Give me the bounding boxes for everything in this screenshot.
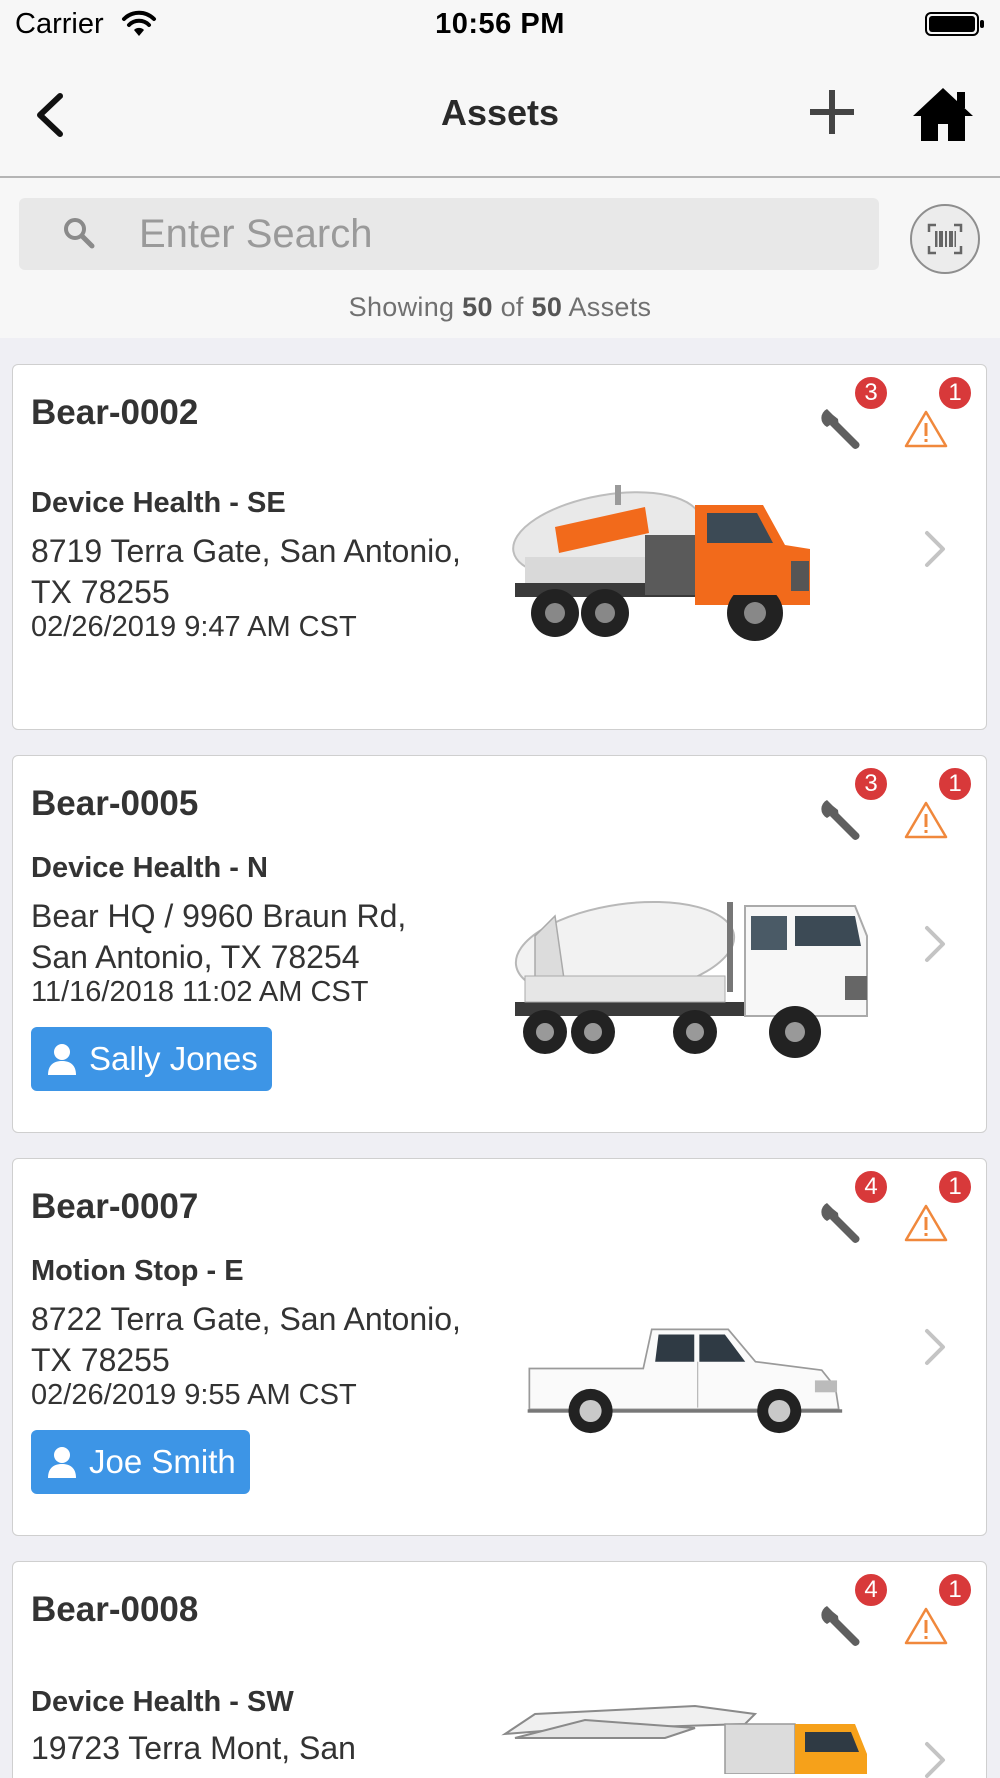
maintenance-count-badge: 4 [853,1572,889,1608]
results-suffix: Assets [568,292,652,322]
asset-list: Bear-0002 3 1 Device Health - SE 8719 Te… [0,338,1000,1778]
asset-card[interactable]: Bear-0002 3 1 Device Health - SE 8719 Te… [12,364,987,730]
battery-icon [925,12,984,36]
asset-image [512,485,810,641]
add-asset-button[interactable] [806,86,858,138]
maintenance-wrench-icon[interactable] [819,405,865,451]
alert-count-badge: 1 [937,1572,973,1608]
user-icon [48,1044,76,1075]
assigned-user-name: Joe Smith [89,1443,236,1480]
asset-status: Device Health - SW [31,1686,294,1718]
search-input[interactable] [139,198,859,270]
results-shown: 50 [462,292,493,322]
asset-address: Bear HQ / 9960 Braun Rd, San Antonio, TX… [31,898,407,975]
results-prefix: Showing [348,292,455,322]
asset-image [501,1704,867,1774]
assigned-user-badge[interactable]: Sally Jones [31,1027,272,1091]
assigned-user-badge[interactable]: Joe Smith [31,1430,250,1494]
search-icon [64,218,95,249]
alert-count-badge: 1 [937,1169,973,1205]
barcode-scan-button[interactable] [910,204,980,274]
maintenance-wrench-icon[interactable] [819,1602,865,1648]
asset-image [514,900,868,1058]
asset-name: Bear-0005 [31,784,199,823]
asset-status: Device Health - N [31,852,268,884]
chevron-right-icon[interactable] [921,1325,949,1369]
results-count: Showing 50 of 50 Assets [0,292,1000,323]
maintenance-count-badge: 3 [853,766,889,802]
user-icon [48,1447,76,1478]
asset-address: 8722 Terra Gate, San Antonio, TX 78255 [31,1301,461,1378]
home-button[interactable] [911,86,975,142]
asset-name: Bear-0008 [31,1590,199,1629]
asset-card[interactable]: Bear-0008 4 1 Device Health - SW 19723 T… [12,1561,987,1778]
navigation-bar: Assets [0,52,1000,178]
maintenance-count-badge: 4 [853,1169,889,1205]
search-section: Showing 50 of 50 Assets [0,178,1000,339]
asset-datetime: 02/26/2019 9:47 AM CST [31,611,357,643]
search-bar[interactable] [19,198,879,270]
asset-datetime: 02/26/2019 9:55 AM CST [31,1379,357,1411]
asset-address: 8719 Terra Gate, San Antonio, TX 78255 [31,533,461,610]
status-bar: Carrier 10:56 PM [0,0,1000,52]
alert-count-badge: 1 [937,766,973,802]
asset-name: Bear-0002 [31,393,199,432]
results-of: of [500,292,524,322]
asset-card[interactable]: Bear-0005 3 1 Device Health - N Bear HQ … [12,755,987,1133]
chevron-right-icon[interactable] [921,922,949,966]
assigned-user-name: Sally Jones [89,1040,258,1077]
chevron-right-icon[interactable] [921,1738,949,1778]
results-total: 50 [531,292,563,322]
asset-image [527,1328,843,1434]
maintenance-wrench-icon[interactable] [819,796,865,842]
asset-status: Motion Stop - E [31,1255,244,1287]
status-time: 10:56 PM [435,8,565,40]
chevron-right-icon[interactable] [921,527,949,571]
asset-name: Bear-0007 [31,1187,199,1226]
barcode-icon [927,223,963,255]
alert-count-badge: 1 [937,375,973,411]
warning-icon[interactable] [903,1203,949,1243]
asset-card[interactable]: Bear-0007 4 1 Motion Stop - E 8722 Terra… [12,1158,987,1536]
asset-status: Device Health - SE [31,487,286,519]
warning-icon[interactable] [903,1606,949,1646]
maintenance-wrench-icon[interactable] [819,1199,865,1245]
warning-icon[interactable] [903,409,949,449]
warning-icon[interactable] [903,800,949,840]
asset-address: 19723 Terra Mont, San [31,1730,356,1766]
maintenance-count-badge: 3 [853,375,889,411]
asset-datetime: 11/16/2018 11:02 AM CST [31,976,369,1008]
